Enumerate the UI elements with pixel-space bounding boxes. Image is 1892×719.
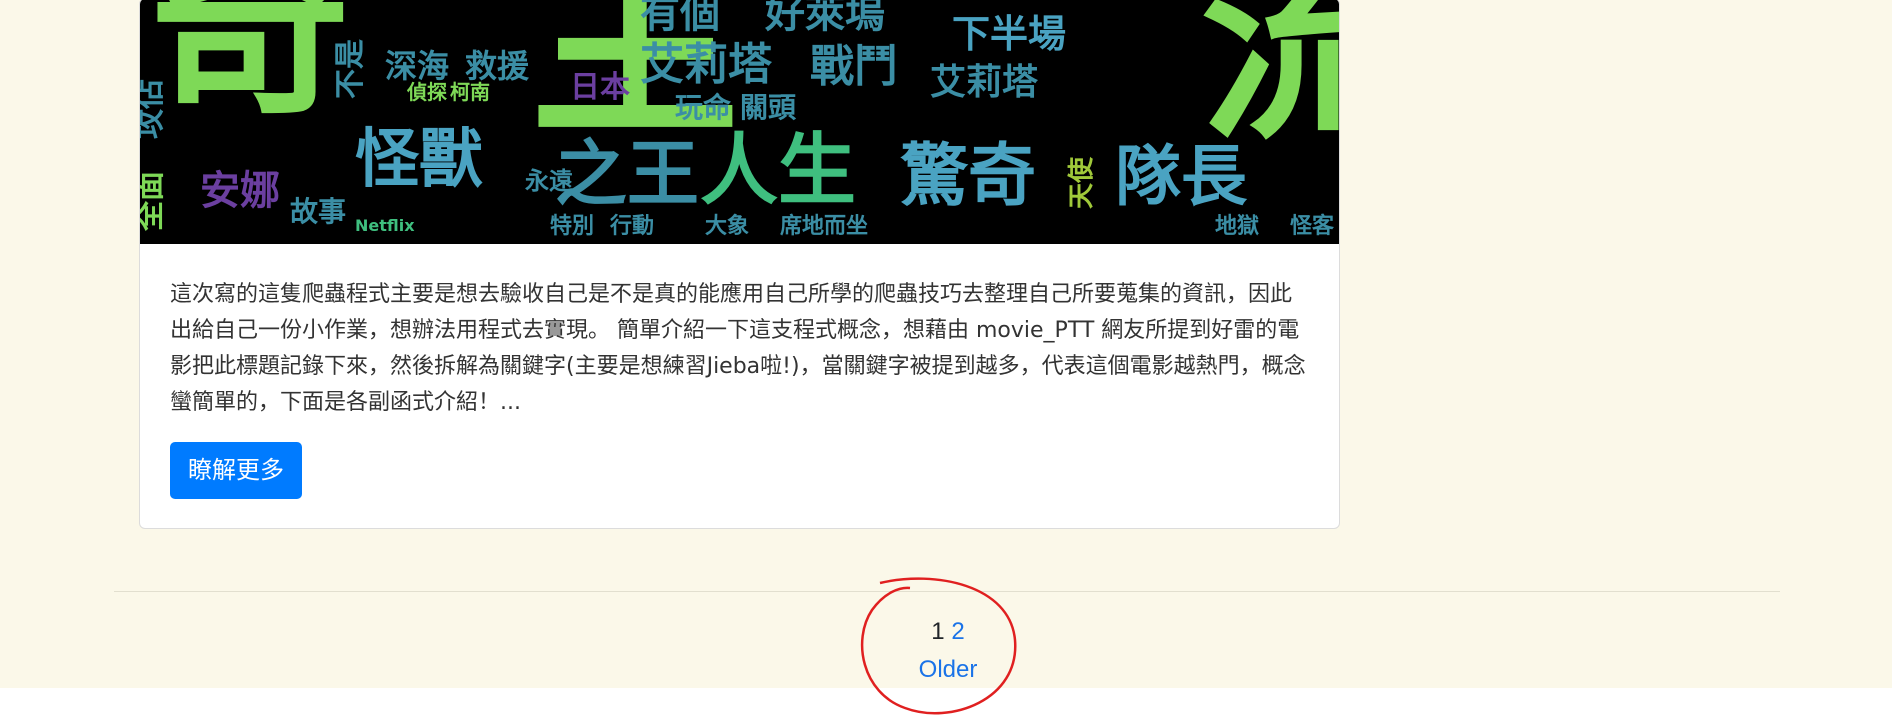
word-cloud-word: 故事 <box>290 195 346 228</box>
post-card-body: 這次寫的這隻爬蟲程式主要是想去驗收自己是不是真的能應用自己所學的爬蟲技巧去整理自… <box>170 277 1310 421</box>
pagination-page-2-link[interactable]: 2 <box>951 618 964 645</box>
word-cloud-word: 奇 <box>150 0 350 142</box>
word-cloud-image: 奇主流有個好萊塢下半場深海救援艾莉塔戰鬥艾莉塔日本玩命關頭全面攻佔怪獸之王人生驚… <box>140 0 1339 244</box>
word-cloud-word: 艾莉塔 <box>640 39 773 90</box>
word-cloud-word: 永遠 <box>525 167 573 195</box>
word-cloud-word: 隊長 <box>1115 138 1248 215</box>
word-cloud-word: 有個 <box>640 0 720 37</box>
word-cloud-word: 艾莉塔 <box>930 62 1039 103</box>
word-cloud-word: 好萊塢 <box>764 0 885 37</box>
word-cloud-word: 下半場 <box>952 12 1066 56</box>
word-cloud-word: 驚奇 <box>900 137 1036 216</box>
word-cloud-word: 全面 <box>140 171 168 232</box>
word-cloud-word: 行動 <box>609 213 654 239</box>
pagination: 1 2 Older <box>880 618 1016 684</box>
read-more-button[interactable]: 瞭解更多 <box>170 442 302 499</box>
word-cloud-word: 柯南 <box>450 80 490 104</box>
word-cloud-word: 人生 <box>700 126 856 216</box>
word-cloud-word: 特別 <box>550 213 594 239</box>
word-cloud-word: 大象 <box>705 213 749 239</box>
word-cloud-word: 地獄 <box>1215 214 1259 239</box>
post-card: 奇主流有個好萊塢下半場深海救援艾莉塔戰鬥艾莉塔日本玩命關頭全面攻佔怪獸之王人生驚… <box>139 0 1340 529</box>
word-cloud-word: 席地而坐 <box>780 213 868 239</box>
word-cloud-word: 之王 <box>555 132 699 216</box>
word-cloud-word: 戰鬥 <box>810 41 898 92</box>
word-cloud-word: Netflix <box>355 216 415 235</box>
word-cloud-word: 日本 <box>570 70 630 105</box>
section-divider <box>114 591 1780 592</box>
word-cloud-word: 天使 <box>1067 156 1097 209</box>
word-cloud-word: 安娜 <box>200 168 280 214</box>
word-cloud-word: 關頭 <box>740 91 797 124</box>
word-cloud-word: 怪獸 <box>355 123 483 197</box>
pagination-older-link[interactable]: Older <box>919 656 978 683</box>
word-cloud-word: 偵探 <box>406 80 447 104</box>
word-cloud-word: 玩命 <box>675 91 732 124</box>
pagination-current-page: 1 <box>931 618 945 645</box>
word-cloud-word: 不是 <box>333 39 368 99</box>
word-cloud-word: 怪客 <box>1290 213 1335 239</box>
word-cloud-word: 攻佔 <box>140 79 168 139</box>
post-excerpt: 這次寫的這隻爬蟲程式主要是想去驗收自己是不是真的能應用自己所學的爬蟲技巧去整理自… <box>170 282 1306 415</box>
